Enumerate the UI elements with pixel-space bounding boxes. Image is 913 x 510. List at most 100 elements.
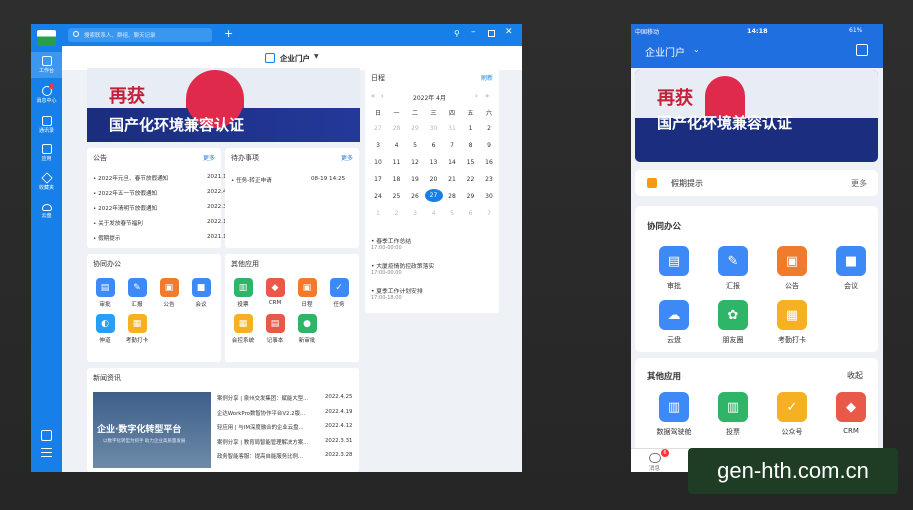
calendar-day[interactable]: 10 [369, 159, 387, 166]
collab-app[interactable]: ▤ 审批 [89, 278, 121, 308]
phone-other-app[interactable]: ✓ 公众号 [767, 392, 817, 437]
phone-collab-app[interactable]: ✎ 汇报 [708, 246, 758, 291]
calendar-day[interactable]: 9 [480, 142, 498, 149]
calendar-day[interactable]: 25 [388, 193, 406, 200]
news-item[interactable]: 案例分享 | 教育局智能管理解决方案... 2022.3.31 [217, 438, 352, 446]
calendar-day[interactable]: 27 [369, 125, 387, 132]
phone-collab-app[interactable]: ■ 会议 [826, 246, 876, 291]
phone-other-app[interactable]: ▥ 数据驾驶舱 [649, 392, 699, 437]
rail-item-contacts[interactable]: 通讯录 [31, 112, 62, 138]
calendar-day[interactable]: 30 [425, 125, 443, 132]
calendar-day[interactable]: 7 [443, 142, 461, 149]
other-app[interactable]: ✓ 任务 [323, 278, 355, 308]
calendar-day[interactable]: 17 [369, 176, 387, 183]
event-item[interactable]: • 春季工作总结 17:00-00:00 [371, 236, 411, 251]
collapse-link[interactable]: 收起 [847, 370, 863, 381]
phone-other-app[interactable]: ▥ 投票 [708, 392, 758, 437]
todo-more-link[interactable]: 更多 [341, 153, 353, 162]
rail-item-cloud[interactable]: 云盘 [31, 198, 62, 224]
calendar-day[interactable]: 20 [425, 176, 443, 183]
other-app[interactable]: ▥ 投票 [227, 278, 259, 308]
next-year-icon[interactable]: » [485, 92, 489, 100]
close-icon[interactable]: ✕ [505, 27, 513, 37]
rail-item-apps[interactable]: 应用 [31, 140, 62, 166]
message-icon[interactable] [649, 453, 661, 463]
news-item[interactable]: 案例分享 | 泉州交发集团：赋能大型... 2022.4.25 [217, 394, 352, 402]
news-item[interactable]: 政务智能客服：提高自能服务比例... 2022.3.28 [217, 452, 352, 460]
collab-app[interactable]: ✎ 汇报 [121, 278, 153, 308]
phone-collab-app[interactable]: ▦ 考勤打卡 [767, 300, 817, 345]
calendar-day[interactable]: 21 [443, 176, 461, 183]
collab-app[interactable]: ◐ 伸道 [89, 314, 121, 344]
minimize-icon[interactable]: – [471, 27, 476, 37]
other-app[interactable]: ▤ 记事本 [259, 314, 291, 344]
notice-more-link[interactable]: 更多 [851, 178, 867, 189]
phone-portal-title[interactable]: 企业门户 [645, 44, 685, 59]
calendar-day[interactable]: 13 [425, 159, 443, 166]
calendar-day[interactable]: 3 [369, 142, 387, 149]
phone-notice-bar[interactable]: 假期提示 更多 [635, 170, 878, 196]
calendar-day[interactable]: 22 [462, 176, 480, 183]
calendar-day[interactable]: 28 [443, 193, 461, 200]
calendar-day[interactable]: 4 [388, 142, 406, 149]
phone-collab-app[interactable]: ✿ 朋友圈 [708, 300, 758, 345]
calendar-day[interactable]: 27 [424, 189, 443, 202]
collab-app[interactable]: ■ 会议 [185, 278, 217, 308]
notice-item[interactable]: • 2022年五一节放假通知 2022.4.18 [93, 189, 235, 197]
calendar-day[interactable]: 31 [443, 125, 461, 132]
event-item[interactable]: • 大厦疫情防控政策落实 17:00-00:00 [371, 261, 434, 276]
calendar-day[interactable]: 16 [480, 159, 498, 166]
calendar-day[interactable]: 2 [388, 210, 406, 217]
chevron-down-icon[interactable]: ▼ [314, 53, 319, 60]
phone-collab-app[interactable]: ▣ 公告 [767, 246, 817, 291]
other-app[interactable]: ◆ CRM [259, 278, 291, 306]
news-item[interactable]: 企达WorkPro数智协作平台V2.2版... 2022.4.19 [217, 409, 352, 417]
todo-item[interactable]: • 任务-转正申请 08-19 14:25 [231, 176, 345, 184]
calendar-day[interactable]: 29 [462, 193, 480, 200]
calendar-day[interactable]: 1 [369, 210, 387, 217]
news-image[interactable]: 企业·数字化转型平台 以数字化转型为抓手 助力企业高质量发展 [93, 392, 211, 468]
collab-app[interactable]: ▣ 公告 [153, 278, 185, 308]
add-icon[interactable]: + [224, 27, 233, 40]
calendar-day[interactable]: 6 [462, 210, 480, 217]
collab-app[interactable]: ▦ 考勤打卡 [121, 314, 153, 344]
notice-item[interactable]: • 2022年元旦、春节放假通知 2021.12.28 [93, 174, 239, 182]
calendar-day[interactable]: 15 [462, 159, 480, 166]
calendar-day[interactable]: 3 [406, 210, 424, 217]
chevron-down-icon[interactable]: ⌄ [693, 45, 700, 54]
portal-title[interactable]: 企业门户 [280, 53, 310, 64]
pin-icon[interactable]: ⚲ [454, 29, 460, 38]
next-month-icon[interactable]: › [475, 92, 478, 100]
menu-icon[interactable] [41, 448, 52, 457]
rail-item-workbench[interactable]: 工作台 [31, 52, 62, 78]
calendar-day[interactable]: 7 [480, 210, 498, 217]
calendar-day[interactable]: 26 [406, 193, 424, 200]
calendar-day[interactable]: 4 [425, 210, 443, 217]
calendar-day[interactable]: 28 [388, 125, 406, 132]
calendar-day[interactable]: 1 [462, 125, 480, 132]
prev-year-icon[interactable]: « [371, 92, 375, 100]
notice-item[interactable]: • 2022年清明节放假通知 2022.3.26 [93, 204, 235, 212]
calendar-day[interactable]: 12 [406, 159, 424, 166]
maximize-icon[interactable] [488, 30, 495, 37]
download-icon[interactable] [41, 430, 52, 441]
banner[interactable]: 再获 国产化环境兼容认证 [87, 68, 360, 142]
calendar-day[interactable]: 5 [406, 142, 424, 149]
calendar-day[interactable]: 2 [480, 125, 498, 132]
phone-other-app[interactable]: ◆ CRM [826, 392, 876, 435]
rail-item-favorites[interactable]: 收藏夹 [31, 169, 62, 195]
calendar-day[interactable]: 11 [388, 159, 406, 166]
other-app[interactable]: ▦ 会控系统 [227, 314, 259, 344]
phone-banner[interactable]: 再获 国产化环境兼容认证 [635, 70, 878, 162]
schedule-refresh-link[interactable]: 刷新 [481, 73, 493, 82]
news-item[interactable]: 轻应用 | 与IM深度融合的企业云盘... 2022.4.12 [217, 423, 352, 431]
prev-month-icon[interactable]: ‹ [381, 92, 384, 100]
phone-collab-app[interactable]: ▤ 审批 [649, 246, 699, 291]
grid-icon[interactable] [856, 44, 868, 56]
calendar-day[interactable]: 23 [480, 176, 498, 183]
calendar-day[interactable]: 6 [425, 142, 443, 149]
calendar-day[interactable]: 18 [388, 176, 406, 183]
calendar-day[interactable]: 30 [480, 193, 498, 200]
phone-collab-app[interactable]: ☁ 云盘 [649, 300, 699, 345]
other-app[interactable]: ● 新审批 [291, 314, 323, 344]
